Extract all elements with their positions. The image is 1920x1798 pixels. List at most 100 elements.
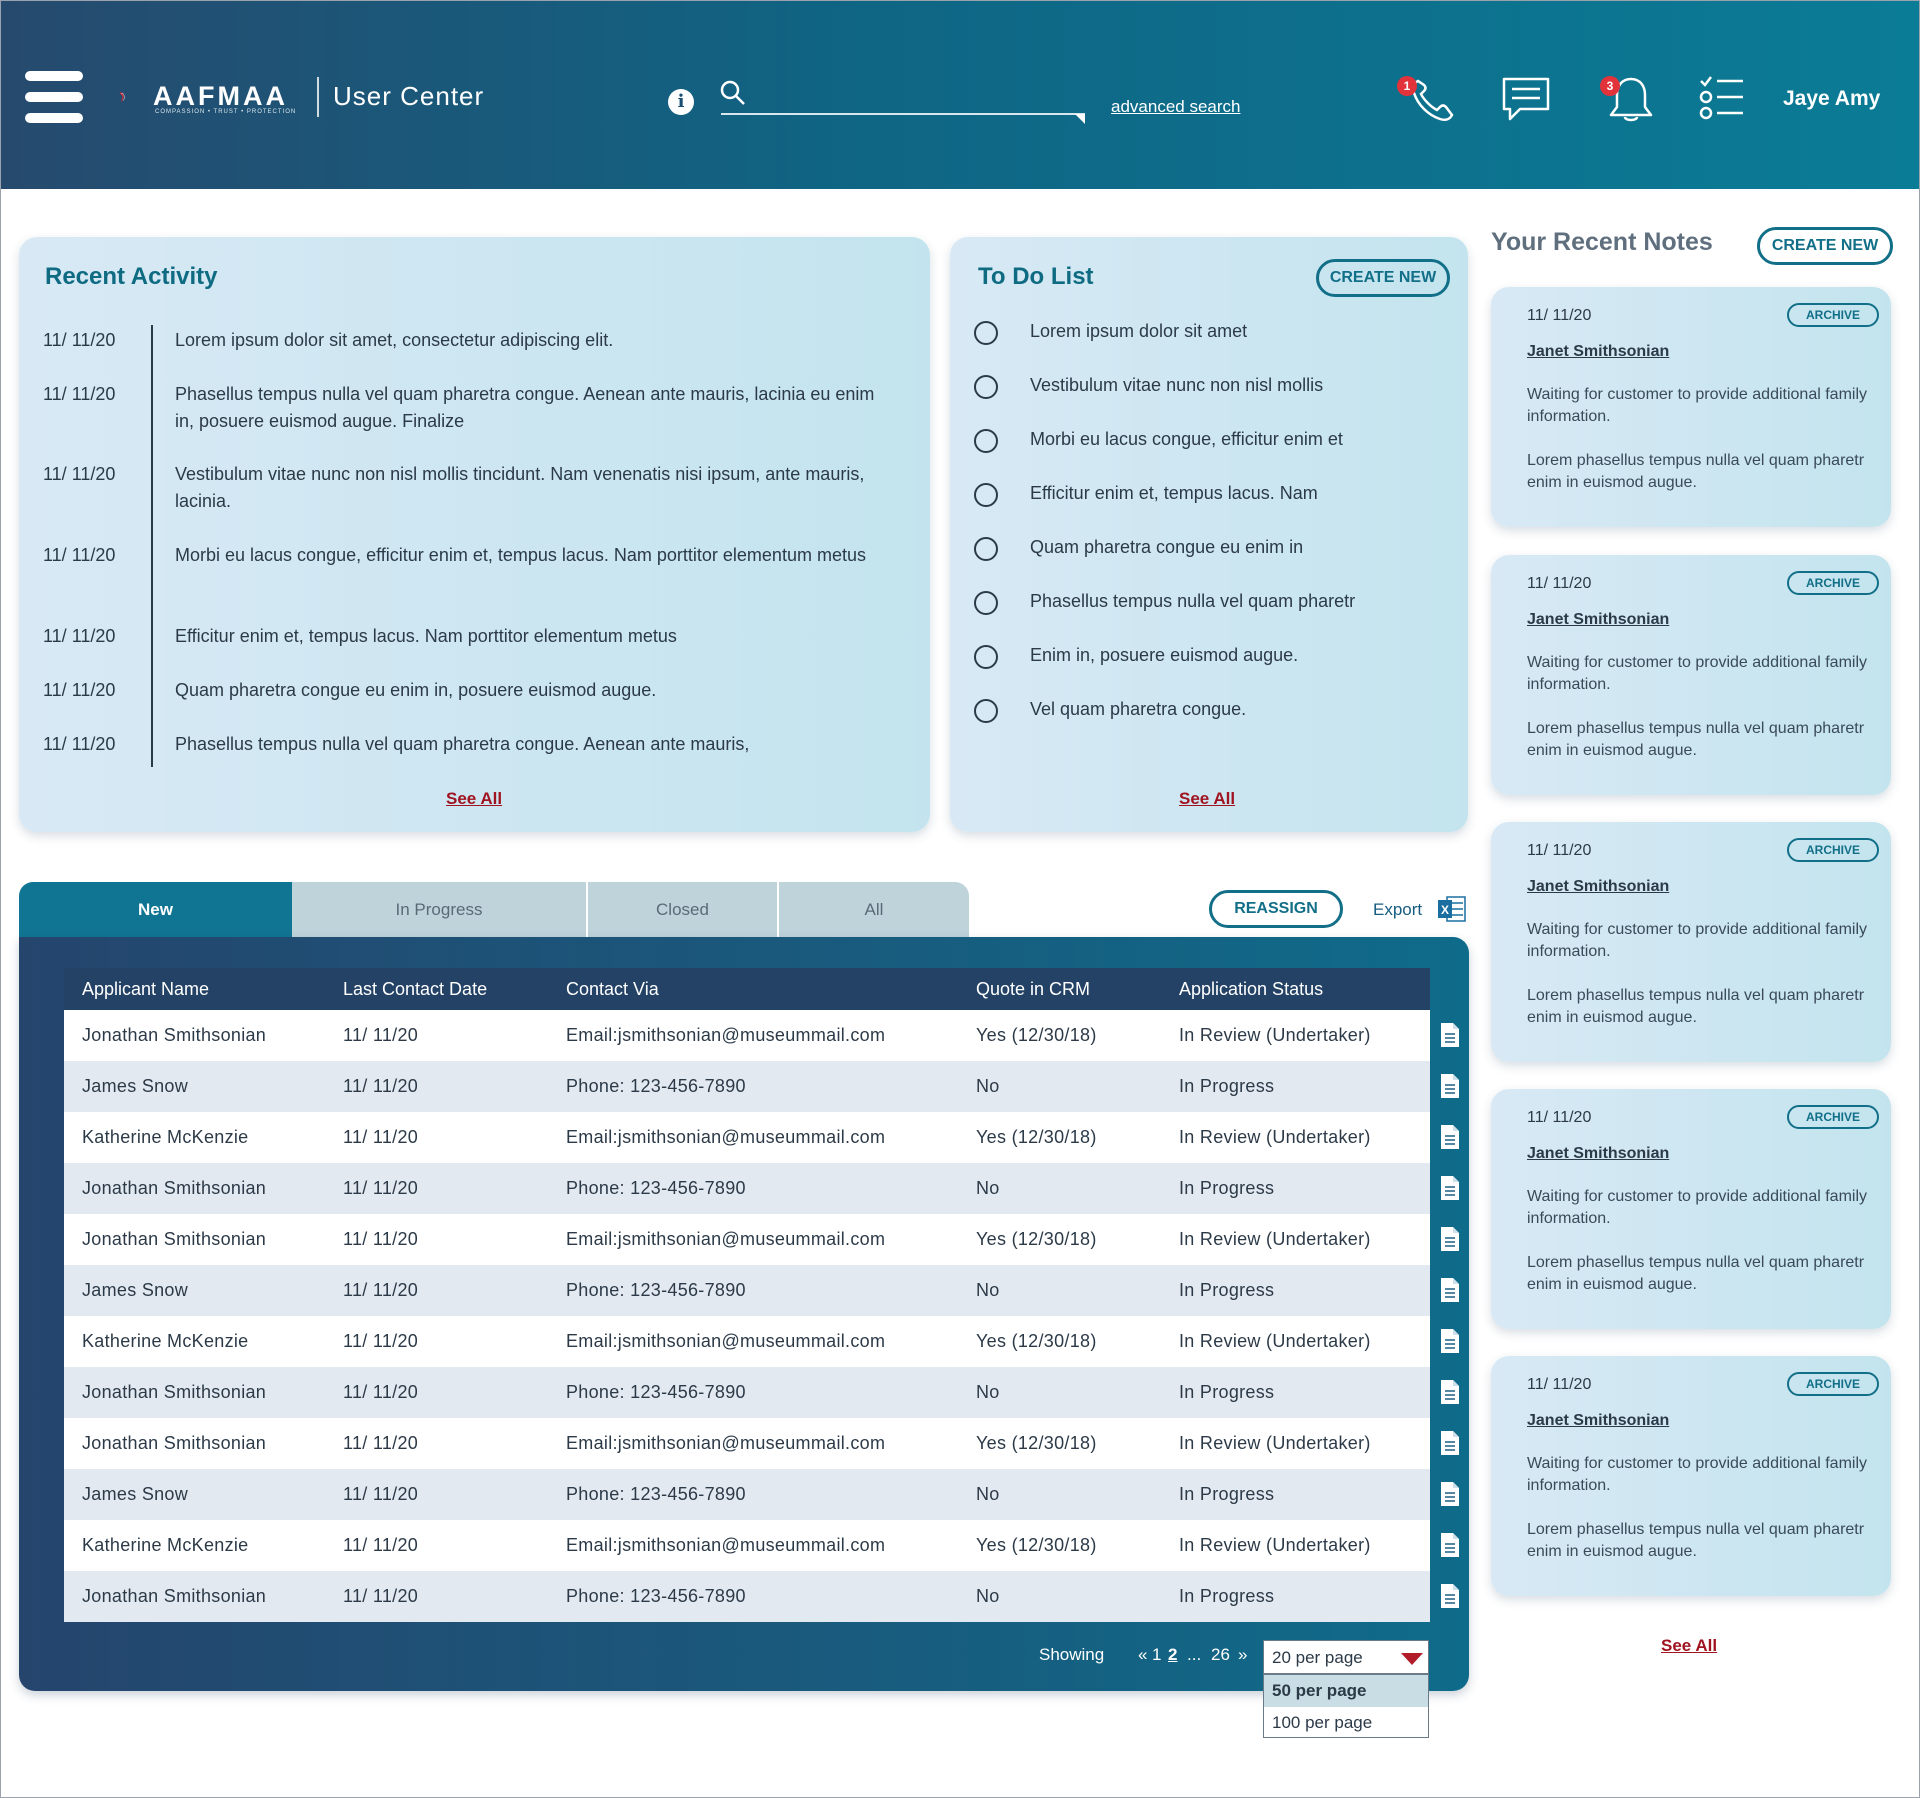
- recent-activity-card: Recent Activity 11/ 11/20 Lorem ipsum do…: [19, 237, 930, 832]
- tab-in-progress[interactable]: In Progress: [292, 882, 588, 938]
- table-row[interactable]: James Snow 11/ 11/20 Phone: 123-456-7890 No…: [64, 1265, 1430, 1316]
- document-icon[interactable]: [1439, 1481, 1461, 1507]
- document-icon[interactable]: [1439, 1532, 1461, 1558]
- pagination-page-1[interactable]: 1: [1152, 1645, 1161, 1665]
- per-page-option[interactable]: 100 per page: [1264, 1707, 1428, 1739]
- activity-date: 11/ 11/20: [43, 680, 116, 700]
- note-text: Waiting for customer to provide addition…: [1527, 1188, 1867, 1227]
- todo-create-new-button[interactable]: CREATE NEW: [1316, 259, 1450, 297]
- document-icon[interactable]: [1439, 1073, 1461, 1099]
- quote-cell: Yes (12/30/18): [976, 1127, 1097, 1147]
- quote-cell: No: [976, 1280, 1000, 1300]
- table-row[interactable]: Jonathan Smithsonian 11/ 11/20 Phone: 123-…: [64, 1367, 1430, 1418]
- note-author-link[interactable]: Janet Smithsonian: [1527, 878, 1669, 896]
- column-header[interactable]: Application Status: [1179, 968, 1323, 1010]
- search-input[interactable]: [721, 79, 1085, 115]
- document-icon[interactable]: [1439, 1175, 1461, 1201]
- info-icon[interactable]: i: [668, 89, 694, 115]
- archive-button[interactable]: ARCHIVE: [1787, 571, 1879, 595]
- column-header[interactable]: Quote in CRM: [976, 968, 1090, 1010]
- document-icon[interactable]: [1439, 1430, 1461, 1456]
- table-row[interactable]: Katherine McKenzie 11/ 11/20 Email:jsmiths…: [64, 1520, 1430, 1571]
- activity-date: 11/ 11/20: [43, 626, 116, 646]
- archive-button[interactable]: ARCHIVE: [1787, 1372, 1879, 1396]
- status-cell: In Review (Undertaker): [1179, 1433, 1371, 1453]
- todo-checkbox[interactable]: [974, 483, 998, 507]
- todo-checkbox[interactable]: [974, 429, 998, 453]
- note-text: Lorem phasellus tempus nulla vel quam ph…: [1527, 1254, 1865, 1293]
- todo-checkbox[interactable]: [974, 699, 998, 723]
- status-cell: In Review (Undertaker): [1179, 1127, 1371, 1147]
- document-icon[interactable]: [1439, 1277, 1461, 1303]
- todo-checkbox[interactable]: [974, 321, 998, 345]
- archive-button[interactable]: ARCHIVE: [1787, 303, 1879, 327]
- document-icon[interactable]: [1439, 1124, 1461, 1150]
- todo-checkbox[interactable]: [974, 375, 998, 399]
- document-icon[interactable]: [1439, 1583, 1461, 1609]
- table-row[interactable]: Jonathan Smithsonian 11/ 11/20 Phone: 123-…: [64, 1571, 1430, 1622]
- contact-via-cell: Phone: 123-456-7890: [566, 1382, 746, 1402]
- per-page-option[interactable]: 50 per page: [1264, 1675, 1428, 1707]
- column-header[interactable]: Last Contact Date: [343, 968, 487, 1010]
- reassign-button[interactable]: REASSIGN: [1209, 890, 1343, 928]
- archive-button[interactable]: ARCHIVE: [1787, 1105, 1879, 1129]
- last-contact-cell: 11/ 11/20: [343, 1076, 419, 1096]
- export-link[interactable]: Export: [1373, 900, 1422, 920]
- notes-see-all-link[interactable]: See All: [1661, 1636, 1717, 1656]
- pagination-prev[interactable]: «: [1138, 1645, 1147, 1665]
- tab-new[interactable]: New: [19, 882, 292, 938]
- chat-icon[interactable]: [1500, 73, 1552, 125]
- table-row[interactable]: Jonathan Smithsonian 11/ 11/20 Email:jsmit…: [64, 1010, 1430, 1061]
- notes-create-new-button[interactable]: CREATE NEW: [1757, 227, 1893, 265]
- contact-via-cell: Phone: 123-456-7890: [566, 1178, 746, 1198]
- note-text: Lorem phasellus tempus nulla vel quam ph…: [1527, 1521, 1865, 1560]
- tab-all[interactable]: All: [779, 882, 969, 938]
- todo-text: Vestibulum vitae nunc non nisl mollis: [1030, 375, 1324, 395]
- note-text: Lorem phasellus tempus nulla vel quam ph…: [1527, 452, 1865, 491]
- table-row[interactable]: Jonathan Smithsonian 11/ 11/20 Email:jsmit…: [64, 1418, 1430, 1469]
- hamburger-menu-icon[interactable]: [25, 71, 83, 123]
- table-row[interactable]: Jonathan Smithsonian 11/ 11/20 Phone: 123-…: [64, 1163, 1430, 1214]
- contact-via-cell: Email:jsmithsonian@museummail.com: [566, 1025, 886, 1045]
- per-page-select[interactable]: 20 per page: [1263, 1640, 1429, 1674]
- note-author-link[interactable]: Janet Smithsonian: [1527, 611, 1669, 629]
- note-author-link[interactable]: Janet Smithsonian: [1527, 343, 1669, 361]
- table-row[interactable]: Jonathan Smithsonian 11/ 11/20 Email:jsmit…: [64, 1214, 1430, 1265]
- todo-checkbox[interactable]: [974, 537, 998, 561]
- recent-activity-see-all-link[interactable]: See All: [446, 789, 502, 809]
- table-row[interactable]: Katherine McKenzie 11/ 11/20 Email:jsmiths…: [64, 1112, 1430, 1163]
- todo-checkbox[interactable]: [974, 591, 998, 615]
- excel-icon[interactable]: X: [1437, 895, 1467, 923]
- document-icon[interactable]: [1439, 1022, 1461, 1048]
- todo-text: Lorem ipsum dolor sit amet: [1030, 321, 1248, 341]
- column-header[interactable]: Contact Via: [566, 968, 659, 1010]
- note-card: 11/ 11/20 ARCHIVE Janet Smithsonian Wait…: [1491, 1356, 1891, 1596]
- user-name[interactable]: Jaye Amy: [1783, 87, 1880, 111]
- pagination-page-2[interactable]: 2: [1168, 1645, 1177, 1665]
- table-row[interactable]: James Snow 11/ 11/20 Phone: 123-456-7890 No…: [64, 1469, 1430, 1520]
- checklist-icon[interactable]: [1697, 73, 1749, 125]
- todo-card: To Do List CREATE NEW Lorem ipsum dolor …: [950, 237, 1468, 832]
- note-author-link[interactable]: Janet Smithsonian: [1527, 1412, 1669, 1430]
- applications-table-panel: Applicant Name Last Contact Date Contact…: [19, 937, 1469, 1691]
- document-icon[interactable]: [1439, 1328, 1461, 1354]
- note-author-link[interactable]: Janet Smithsonian: [1527, 1145, 1669, 1163]
- archive-button[interactable]: ARCHIVE: [1787, 838, 1879, 862]
- tab-closed[interactable]: Closed: [588, 882, 779, 938]
- table-row[interactable]: James Snow 11/ 11/20 Phone: 123-456-7890 No…: [64, 1061, 1430, 1112]
- logo-tagline: COMPASSION • TRUST • PROTECTION: [155, 109, 297, 115]
- advanced-search-link[interactable]: advanced search: [1111, 97, 1240, 117]
- status-cell: In Progress: [1179, 1280, 1275, 1300]
- pagination-last-page[interactable]: 26: [1211, 1645, 1230, 1665]
- pagination-next[interactable]: »: [1238, 1645, 1247, 1665]
- todo-see-all-link[interactable]: See All: [1179, 789, 1235, 809]
- search-icon[interactable]: [719, 79, 747, 107]
- document-icon[interactable]: [1439, 1379, 1461, 1405]
- todo-checkbox[interactable]: [974, 645, 998, 669]
- contact-via-cell: Email:jsmithsonian@museummail.com: [566, 1535, 886, 1555]
- column-header[interactable]: Applicant Name: [82, 968, 209, 1010]
- document-icon[interactable]: [1439, 1226, 1461, 1252]
- table-row[interactable]: Katherine McKenzie 11/ 11/20 Email:jsmiths…: [64, 1316, 1430, 1367]
- quote-cell: Yes (12/30/18): [976, 1229, 1097, 1249]
- quote-cell: Yes (12/30/18): [976, 1331, 1097, 1351]
